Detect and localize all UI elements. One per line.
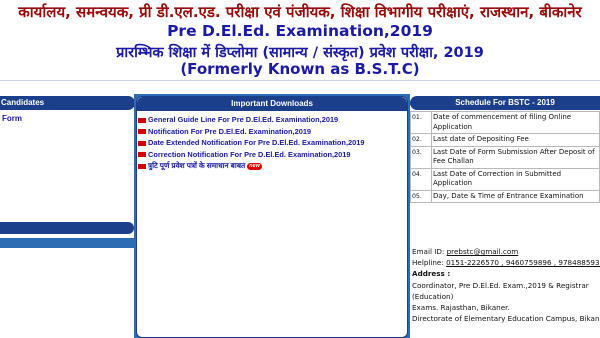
table-row: 05. Day, Date & Time of Entrance Examina… (410, 189, 600, 203)
candidates-panel: Candidates Form (0, 94, 134, 338)
downloads-list: General Guide Line For Pre D.El.Ed. Exam… (137, 111, 407, 172)
table-row: 02. Last date of Depositing Fee (410, 133, 600, 147)
download-link-correction[interactable]: Correction Notification For Pre D.El.Ed.… (138, 149, 407, 161)
address-label: Address : (412, 269, 451, 279)
bullet-icon (138, 152, 146, 158)
downloads-heading: Important Downloads (137, 97, 407, 111)
email-row: Email ID: prebstc@gmail.com (412, 246, 600, 257)
page-header: कार्यालय, समन्वयक, प्री डी.एल.एड. परीक्ष… (0, 0, 600, 80)
row-text: Last date of Depositing Fee (431, 133, 600, 147)
row-number: 02. (410, 133, 432, 147)
bullet-icon (138, 140, 146, 146)
download-link-notification[interactable]: Notification For Pre D.El.Ed. Examinatio… (138, 126, 407, 138)
row-text: Date of commencement of filing Online Ap… (431, 111, 600, 134)
download-label: General Guide Line For Pre D.El.Ed. Exam… (148, 115, 339, 124)
downloads-panel: Important Downloads General Guide Line F… (136, 96, 408, 338)
download-link-guideline[interactable]: General Guide Line For Pre D.El.Ed. Exam… (138, 114, 407, 126)
exam-former-name: (Formerly Known as B.S.T.C) (180, 60, 420, 78)
download-label: Correction Notification For Pre D.El.Ed.… (148, 149, 351, 159)
address-line: Directorate of Elementary Education Camp… (412, 314, 600, 324)
bullet-icon (138, 129, 146, 135)
download-label: त्रुटि पूर्ण प्रवेश पत्रों के समाधान बाब… (148, 161, 246, 171)
download-label: Date Extended Notification For Pre D.El.… (148, 138, 365, 148)
row-number: 03. (410, 145, 432, 169)
bullet-icon (138, 163, 146, 169)
row-text: Day, Date & Time of Entrance Examination (431, 189, 600, 203)
address-line: (Education) (412, 291, 454, 301)
download-label: Notification For Pre D.El.Ed. Examinatio… (148, 126, 312, 136)
new-badge-icon: new (247, 162, 262, 170)
download-link-admit-card-resolution[interactable]: त्रुटि पूर्ण प्रवेश पत्रों के समाधान बाब… (138, 160, 407, 172)
row-number: 04. (410, 167, 432, 191)
contact-block: Email ID: prebstc@gmail.com Helpline: 01… (412, 246, 600, 324)
helpline-numbers: 0151-2226570 , 9460759896 , 9784885931 (446, 258, 600, 268)
row-number: 05. (410, 189, 432, 203)
candidates-heading: Candidates (0, 96, 134, 110)
candidate-form-link[interactable]: Form (2, 114, 22, 123)
table-row: 04. Last Date of Correction in Submitted… (410, 167, 600, 191)
helpline-label: Helpline: (412, 258, 444, 268)
row-number: 01. (410, 111, 432, 134)
section-divider-bar (0, 222, 134, 234)
address-line: Coordinator, Pre D.El.Ed. Exam.,2019 & R… (412, 280, 589, 290)
schedule-table: 01. Date of commencement of filing Onlin… (410, 111, 600, 203)
email-link[interactable]: prebstc@gmail.com (447, 247, 519, 256)
email-label: Email ID: (412, 247, 445, 256)
exam-title-hindi: प्रारम्भिक शिक्षा में डिप्लोमा (सामान्य … (116, 45, 484, 61)
table-row: 01. Date of commencement of filing Onlin… (410, 111, 600, 134)
content-frame: Candidates Form Important Downloads Gene… (0, 94, 600, 338)
exam-title: Pre D.El.Ed. Examination,2019 (167, 22, 433, 40)
row-text: Last Date of Correction in Submitted App… (431, 167, 600, 191)
helpline-row: Helpline: 0151-2226570 , 9460759896 , 97… (412, 257, 600, 268)
office-title: कार्यालय, समन्वयक, प्री डी.एल.एड. परीक्ष… (18, 3, 582, 21)
schedule-heading: Schedule For BSTC - 2019 (410, 96, 600, 110)
header-divider (0, 80, 600, 95)
section-divider-strip (0, 238, 134, 248)
row-text: Last Date of Form Submission After Depos… (431, 145, 600, 169)
bullet-icon (138, 117, 146, 123)
schedule-panel: Schedule For BSTC - 2019 01. Date of com… (410, 94, 600, 338)
address-line: Exams. Rajasthan, Bikaner. (412, 303, 510, 313)
table-row: 03. Last Date of Form Submission After D… (410, 145, 600, 169)
download-link-date-extended[interactable]: Date Extended Notification For Pre D.El.… (138, 137, 407, 149)
